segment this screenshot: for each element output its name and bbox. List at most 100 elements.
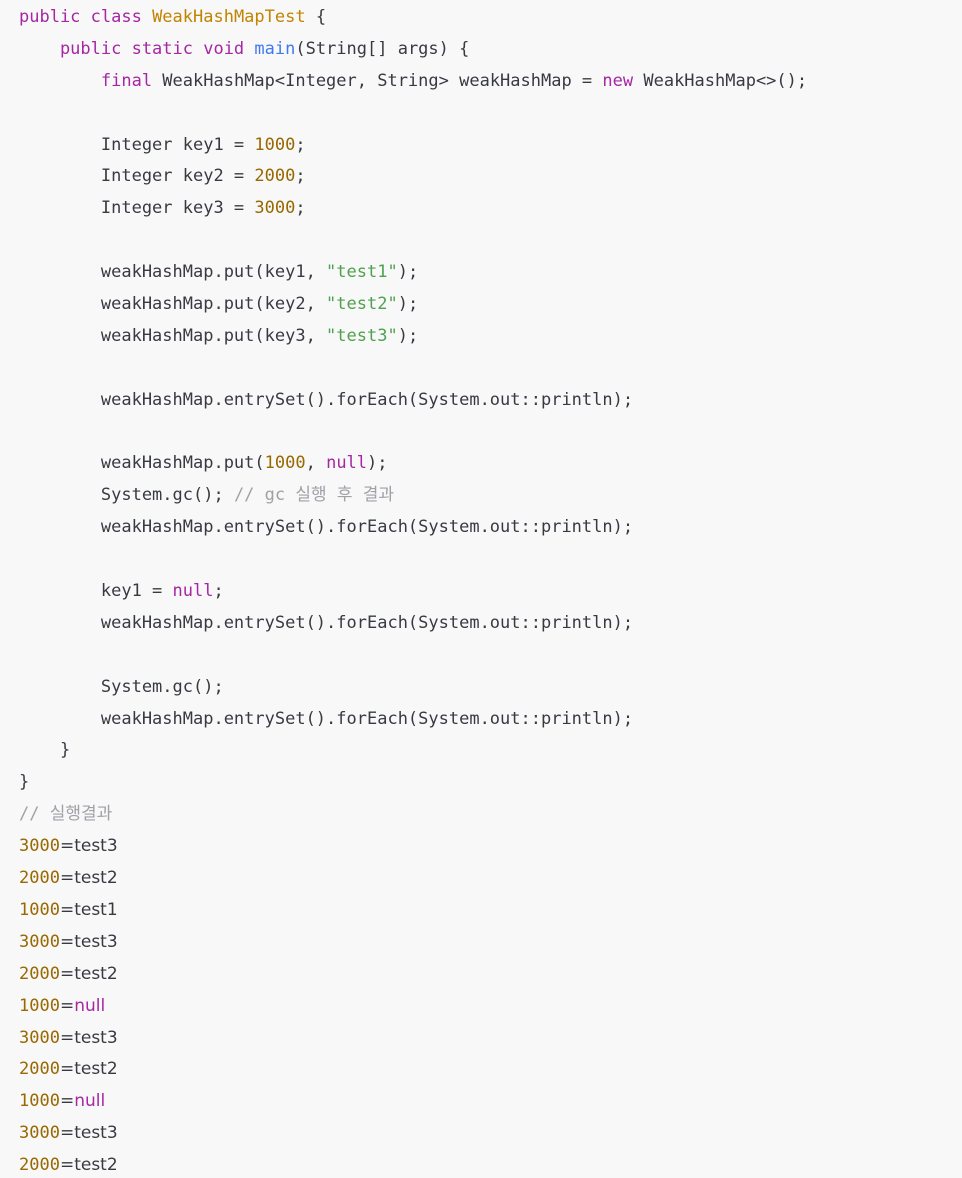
code-token: weakHashMap.put(key1, [19,262,327,283]
code-line: Integer key3 = 3000; [19,193,962,225]
code-token: final [19,70,163,91]
code-token: public static void [19,38,255,59]
code-token: 1000 [19,995,60,1016]
code-line: weakHashMap.put(key1, "test1"); [19,257,962,289]
code-token: =test2 [59,868,118,889]
code-line: weakHashMap.put(key3, "test3"); [19,321,962,353]
code-token: "test1" [326,262,398,283]
code-token: ); [397,262,419,283]
code-line: 1000=null [19,991,962,1023]
code-line: Integer key2 = 2000; [19,161,962,193]
code-line: 1000=test1 [19,895,962,927]
code-line: weakHashMap.put(1000, null); [19,448,962,480]
code-token: ; [295,198,306,219]
code-token: null [172,581,214,602]
code-token: 1000 [264,453,306,474]
code-token: null [74,1091,106,1112]
code-token: ); [397,294,419,315]
code-line: 3000=test3 [19,1118,962,1150]
code-line: 2000=test2 [19,1054,962,1086]
code-token: 1000 [19,899,60,920]
code-token: null [326,453,368,474]
code-line: public class WeakHashMapTest { [19,2,962,34]
code-block: public class WeakHashMapTest { public st… [0,0,962,1178]
code-line: 3000=test3 [19,1023,962,1055]
code-token: , [305,453,327,474]
code-token: =test1 [59,899,118,920]
code-token: Integer key2 = [19,166,255,187]
code-token: 3000 [19,836,60,857]
code-token: (String[] args) { [295,38,470,59]
code-line: 3000=test3 [19,831,962,863]
code-token: 2000 [254,166,296,187]
code-token: weakHashMap.entrySet().forEach(System.ou… [19,517,634,538]
code-token: weakHashMap.entrySet().forEach(System.ou… [19,708,634,729]
code-token: 3000 [19,1123,60,1144]
code-line: 3000=test3 [19,927,962,959]
code-token: = [59,995,75,1016]
code-token: public class [19,7,153,27]
code-line: key1 = null; [19,576,962,608]
code-line: final WeakHashMap<Integer, String> weakH… [19,66,962,98]
code-token: ; [213,581,224,602]
code-line: } [19,767,962,799]
code-token: System.gc(); [19,485,234,506]
code-token: { [305,7,327,27]
code-line: Integer key1 = 1000; [19,130,962,162]
code-line: } [19,735,962,767]
code-line: weakHashMap.entrySet().forEach(System.ou… [19,385,962,417]
code-token: // gc 실행 후 결과 [233,485,395,506]
code-token: =test3 [59,1123,118,1144]
code-line: 2000=test2 [19,863,962,895]
code-token: = [59,1091,75,1112]
code-token: weakHashMap.put(key3, [19,325,327,346]
code-token: 2000 [19,1059,60,1080]
code-token: =test2 [59,963,118,984]
code-line: // 실행결과 [19,799,962,831]
code-token: 3000 [254,198,296,219]
code-token: } [19,740,71,761]
code-token: =test3 [59,931,118,952]
code-token: 2000 [19,963,60,984]
code-token: ); [397,325,419,346]
code-line: 2000=test2 [19,1150,962,1178]
code-token: "test3" [326,325,398,346]
code-token: =test3 [59,836,118,857]
code-line: 2000=test2 [19,959,962,991]
code-line: weakHashMap.entrySet().forEach(System.ou… [19,608,962,640]
code-line: weakHashMap.entrySet().forEach(System.ou… [19,704,962,736]
code-line: weakHashMap.entrySet().forEach(System.ou… [19,512,962,544]
code-token: Integer key1 = [19,134,255,155]
code-token: 2000 [19,1155,60,1176]
code-token: 2000 [19,868,60,889]
code-token: 3000 [19,931,60,952]
code-token: System.gc(); [19,676,224,697]
code-token: // 실행결과 [19,804,113,825]
code-token: WeakHashMapTest [152,7,306,27]
code-token: weakHashMap.entrySet().forEach(System.ou… [19,389,634,410]
code-line: System.gc(); [19,672,962,704]
code-token: 1000 [254,134,296,155]
code-token: } [19,772,30,793]
code-token: =test2 [59,1155,118,1176]
code-token: "test2" [326,294,398,315]
code-token: =test2 [59,1059,118,1080]
code-token: WeakHashMap<>(); [633,70,808,91]
code-line: weakHashMap.put(key2, "test2"); [19,289,962,321]
code-line: public static void main(String[] args) { [19,34,962,66]
code-token: 3000 [19,1027,60,1048]
code-token: main [254,38,296,59]
code-token: Integer key3 = [19,198,255,219]
code-line: 1000=null [19,1086,962,1118]
code-token: weakHashMap.entrySet().forEach(System.ou… [19,612,634,633]
code-token: ; [295,134,306,155]
code-token: ); [367,453,388,474]
code-token: null [74,995,106,1016]
code-token: WeakHashMap<Integer, String> weakHashMap… [162,70,603,91]
